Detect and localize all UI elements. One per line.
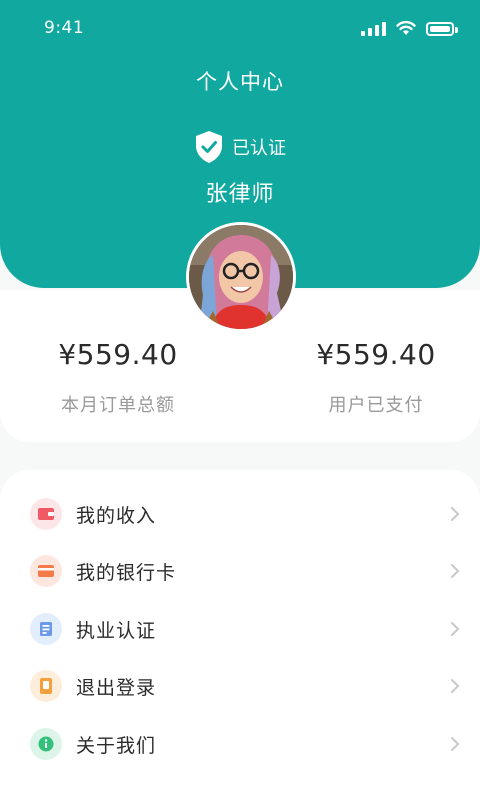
avatar[interactable] xyxy=(186,222,296,332)
stat-value: ¥559.40 xyxy=(316,338,436,371)
icon-bg-2 xyxy=(30,613,62,645)
shield-check-icon xyxy=(196,131,222,163)
logout-icon xyxy=(40,678,52,694)
avatar-photo xyxy=(189,225,293,329)
bank-card-icon xyxy=(38,565,54,577)
stat-monthly-orders[interactable]: ¥559.40 本月订单总额 xyxy=(18,338,218,417)
lawyer-name: 张律师 xyxy=(205,182,275,207)
icon-bg-4 xyxy=(30,728,62,760)
verified-badge: 已认证 xyxy=(0,130,480,164)
status-time: 9:41 xyxy=(44,18,85,38)
chevron-right-icon xyxy=(451,507,460,521)
menu-item-bank-card[interactable]: 我的银行卡 xyxy=(0,542,480,600)
status-bar: 9:41 xyxy=(0,0,480,56)
icon-bg-1 xyxy=(30,555,62,587)
icon-bg-0 xyxy=(30,498,62,530)
menu-item-income[interactable]: 我的收入 xyxy=(0,485,480,543)
menu-card: 我的收入 我的银行卡 执业认证 退出登录 关于我们 xyxy=(0,470,480,800)
menu-label: 退出登录 xyxy=(76,676,157,699)
battery-level xyxy=(430,26,450,32)
chevron-right-icon xyxy=(451,679,460,693)
stat-label: 用户已支付 xyxy=(328,395,424,416)
certificate-icon xyxy=(40,622,52,636)
stat-label: 本月订单总额 xyxy=(61,395,175,416)
menu-label: 我的收入 xyxy=(76,504,157,527)
menu-item-certification[interactable]: 执业认证 xyxy=(0,600,480,658)
wifi-icon xyxy=(396,20,416,35)
chevron-right-icon xyxy=(451,564,460,578)
stat-user-paid[interactable]: ¥559.40 用户已支付 xyxy=(276,338,476,417)
menu-label: 我的银行卡 xyxy=(76,561,177,584)
menu-item-about[interactable]: 关于我们 xyxy=(0,715,480,773)
status-icons xyxy=(361,18,458,36)
menu-label: 关于我们 xyxy=(76,734,157,757)
verified-label: 已认证 xyxy=(232,138,286,159)
wallet-icon xyxy=(38,508,54,520)
chevron-right-icon xyxy=(451,737,460,751)
info-icon xyxy=(38,736,54,752)
stat-value: ¥559.40 xyxy=(58,338,178,371)
signal-icon xyxy=(361,22,386,36)
page-title: 个人中心 xyxy=(196,70,284,94)
icon-bg-3 xyxy=(30,670,62,702)
battery-icon xyxy=(426,22,458,36)
chevron-right-icon xyxy=(451,622,460,636)
menu-item-logout[interactable]: 退出登录 xyxy=(0,657,480,715)
menu-label: 执业认证 xyxy=(76,619,157,642)
